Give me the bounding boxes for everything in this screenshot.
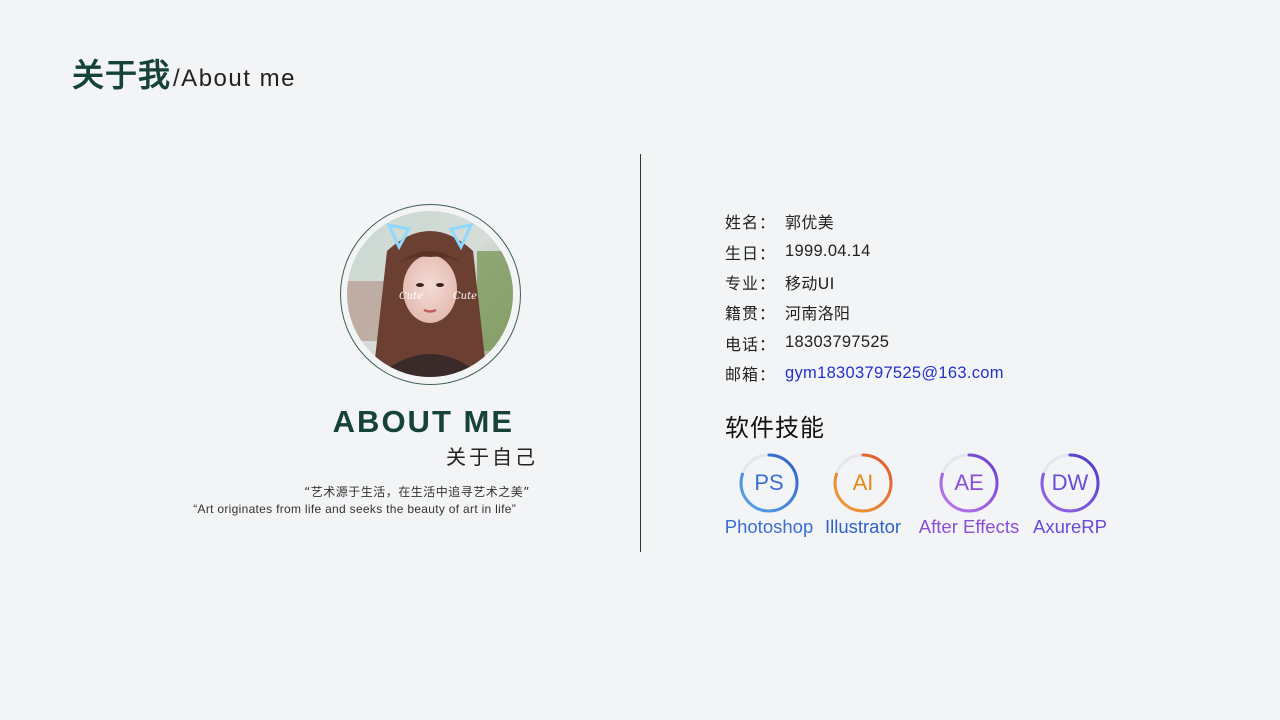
info-separator: ： [759, 334, 776, 354]
info-label: 邮箱 [725, 365, 760, 385]
page-title-en: /About me [173, 65, 296, 92]
skill-ring: PS [738, 452, 800, 514]
sticker-left: Cute [399, 291, 423, 302]
info-label: 电话 [725, 334, 760, 354]
info-value-hometown: 河南洛阳 [785, 304, 851, 324]
info-label: 籍贯 [725, 304, 760, 324]
info-value-birthday: 1999.04.14 [785, 242, 871, 261]
info-label: 专业 [725, 273, 760, 293]
info-value-phone: 18303797525 [785, 333, 890, 352]
avatar: Cute Cute [347, 211, 513, 377]
info-separator: ： [759, 365, 776, 385]
info-row-major: 专业： 移动UI [725, 267, 1004, 297]
skill-abbr: AE [954, 470, 984, 495]
about-heading: ABOUT ME [332, 404, 514, 439]
skill-illustrator: AI Illustrator [818, 452, 908, 538]
info-separator: ： [759, 213, 776, 233]
skills-title: 软件技能 [725, 414, 825, 442]
quote-chinese: “艺术源于生活，在生活中追寻艺术之美” [304, 485, 530, 499]
skill-abbr: PS [754, 470, 784, 495]
info-row-email: 邮箱： gym18303797525@163.com [725, 358, 1004, 388]
skill-name: Illustrator [824, 516, 902, 537]
skill-name: AxureRP [1032, 516, 1108, 537]
info-label: 姓名 [725, 213, 760, 233]
skill-name: Photoshop [724, 516, 814, 537]
page-title-cn: 关于我 [72, 56, 172, 94]
skill-abbr: DW [1051, 470, 1089, 495]
personal-info-list: 姓名： 郭优美 生日： 1999.04.14 专业： 移动UI 籍贯： 河南洛阳… [725, 206, 1004, 388]
skill-axurerp: DW AxureRP [1030, 452, 1110, 538]
page-title: 关于我 /About me [72, 50, 296, 96]
quote-english: “Art originates from life and seeks the … [193, 502, 516, 516]
sticker-right: Cute [453, 291, 477, 302]
vertical-divider [640, 154, 641, 552]
skill-name: After Effects [918, 516, 1020, 537]
info-value-name: 郭优美 [785, 213, 834, 233]
about-subheading: 关于自己 [446, 445, 538, 469]
info-row-name: 姓名： 郭优美 [725, 206, 1004, 236]
skill-abbr: AI [852, 470, 874, 495]
skill-ring: DW [1039, 452, 1101, 514]
avatar-frame: Cute Cute [340, 204, 521, 385]
info-separator: ： [759, 273, 776, 293]
info-separator: ： [759, 304, 776, 324]
avatar-photo: Cute Cute [347, 211, 513, 377]
info-label: 生日 [725, 243, 760, 263]
skill-ring: AE [938, 452, 1000, 514]
skill-after-effects: AE After Effects [912, 452, 1026, 538]
info-row-hometown: 籍贯： 河南洛阳 [725, 297, 1004, 327]
info-row-phone: 电话： 18303797525 [725, 328, 1004, 358]
info-value-major: 移动UI [785, 273, 835, 293]
email-link[interactable]: gym18303797525@163.com [785, 364, 1004, 383]
skill-ring: AI [832, 452, 894, 514]
info-separator: ： [759, 243, 776, 263]
skill-photoshop: PS Photoshop [724, 452, 814, 538]
info-row-birthday: 生日： 1999.04.14 [725, 236, 1004, 266]
